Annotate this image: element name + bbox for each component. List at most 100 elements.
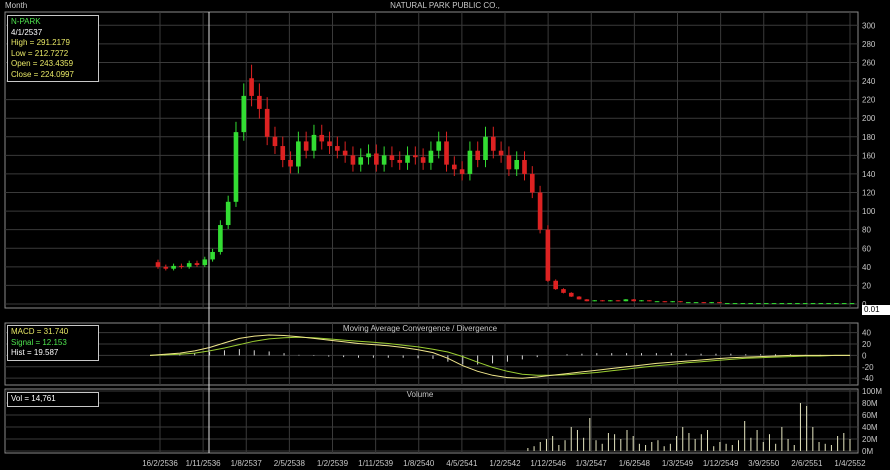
candle-body (483, 136, 488, 160)
candle-body (834, 303, 839, 305)
macd-tick-label: 40 (862, 329, 871, 338)
candle-body (623, 299, 629, 302)
candle-body (311, 134, 317, 151)
price-tick-label: 240 (862, 77, 876, 86)
price-tick-label: 80 (862, 226, 871, 235)
info-date: 4/1/2537 (11, 27, 43, 37)
price-tick-label: 60 (862, 244, 871, 253)
macd-tick-label: -20 (862, 363, 874, 372)
x-tick-label: 1/2/2542 (489, 459, 521, 468)
candle-body (771, 303, 777, 305)
candle-body (849, 303, 855, 305)
candle-body (646, 300, 652, 302)
candle-body (218, 225, 223, 252)
candle-body (818, 303, 824, 305)
volume-tick-label: 80M (862, 399, 878, 408)
macd-value: MACD = 31.740 (11, 327, 69, 336)
candle-body (327, 141, 332, 147)
info-high: High = 291.2179 (11, 38, 70, 47)
candle-body (498, 150, 504, 156)
candle-body (264, 108, 270, 137)
candle-body (561, 289, 566, 293)
candle-body (607, 300, 613, 302)
candle-body (553, 280, 558, 290)
x-tick-label: 1/12/2546 (530, 459, 566, 468)
candle-body (389, 155, 395, 160)
candle-body (779, 303, 785, 305)
info-close: Close = 224.0997 (11, 69, 74, 79)
info-open: Open = 243.4359 (11, 59, 74, 68)
candle-body (459, 169, 465, 174)
candle-body (662, 301, 668, 303)
candle-body (179, 265, 184, 267)
x-tick-label: 1/11/2536 (186, 459, 222, 468)
x-tick-label: 1/6/2548 (619, 459, 651, 468)
candle-body (155, 262, 161, 267)
macd-tick-label: 20 (862, 340, 871, 349)
candle-body (335, 146, 340, 151)
candle-body (709, 302, 714, 304)
candle-body (584, 299, 590, 302)
candle-body (405, 155, 410, 163)
candle-body (280, 146, 286, 160)
candle-body (529, 173, 535, 193)
candle-body (514, 160, 520, 170)
chart-title: NATURAL PARK PUBLIC CO., (390, 1, 500, 10)
candle-body (537, 192, 543, 230)
x-tick-label: 4/5/2541 (446, 459, 478, 468)
price-tick-label: 140 (862, 170, 876, 179)
candle-body (381, 155, 387, 165)
candle-body (296, 141, 301, 167)
candle-body (350, 155, 356, 165)
candle-body (506, 155, 512, 170)
candle-body (163, 266, 169, 269)
candle-body (732, 303, 738, 305)
x-tick-label: 2/6/2551 (791, 459, 823, 468)
hist-value: Hist = 19.587 (11, 348, 59, 357)
candle-body (374, 153, 379, 165)
candle-body (444, 141, 449, 165)
price-tick-label: 20 (862, 281, 871, 290)
candle-body (475, 150, 481, 160)
candle-body (631, 299, 636, 302)
candle-body (717, 302, 722, 304)
x-tick-label: 1/8/2540 (403, 459, 435, 468)
candle-body (522, 160, 527, 174)
candle-body (366, 153, 371, 158)
signal-value: Signal = 12.153 (11, 337, 67, 347)
price-tick-label: 260 (862, 58, 876, 67)
price-tick-label: 160 (862, 151, 876, 160)
candle-body (841, 303, 847, 305)
candle-body (740, 303, 746, 305)
info-box: N-PARK 4/1/2537 High = 291.2179 Low = 21… (7, 15, 99, 82)
candle-body (233, 132, 239, 202)
candle-body (693, 302, 699, 304)
x-tick-label: 1/12/2549 (703, 459, 739, 468)
candle-body (358, 157, 364, 165)
candle-body (639, 300, 644, 302)
candle-body (763, 303, 769, 305)
x-tick-label: 1/3/2549 (662, 459, 694, 468)
candle-body (194, 263, 200, 265)
candle-body (202, 259, 208, 265)
price-tick-label: 120 (862, 189, 876, 198)
candle-body (615, 300, 621, 302)
macd-tick-label: 0 (862, 351, 867, 360)
candle-body (568, 292, 574, 297)
candle-body (249, 78, 254, 96)
candle-body (436, 141, 442, 151)
price-tick-label: 40 (862, 263, 871, 272)
candle-body (756, 303, 761, 305)
candle-body (600, 300, 605, 302)
candle-body (748, 303, 753, 305)
last-price-label: 0.01 (862, 305, 890, 315)
candle-body (241, 95, 247, 133)
price-tick-label: 300 (862, 21, 876, 30)
macd-box: MACD = 31.740 Signal = 12.153 Hist = 19.… (7, 325, 99, 361)
candle-body (210, 251, 215, 260)
volume-title: Volume (407, 390, 434, 399)
macd-title: Moving Average Convergence / Divergence (343, 324, 498, 333)
candle-body (787, 303, 792, 305)
candle-body (257, 95, 262, 109)
candle-body (428, 150, 434, 163)
